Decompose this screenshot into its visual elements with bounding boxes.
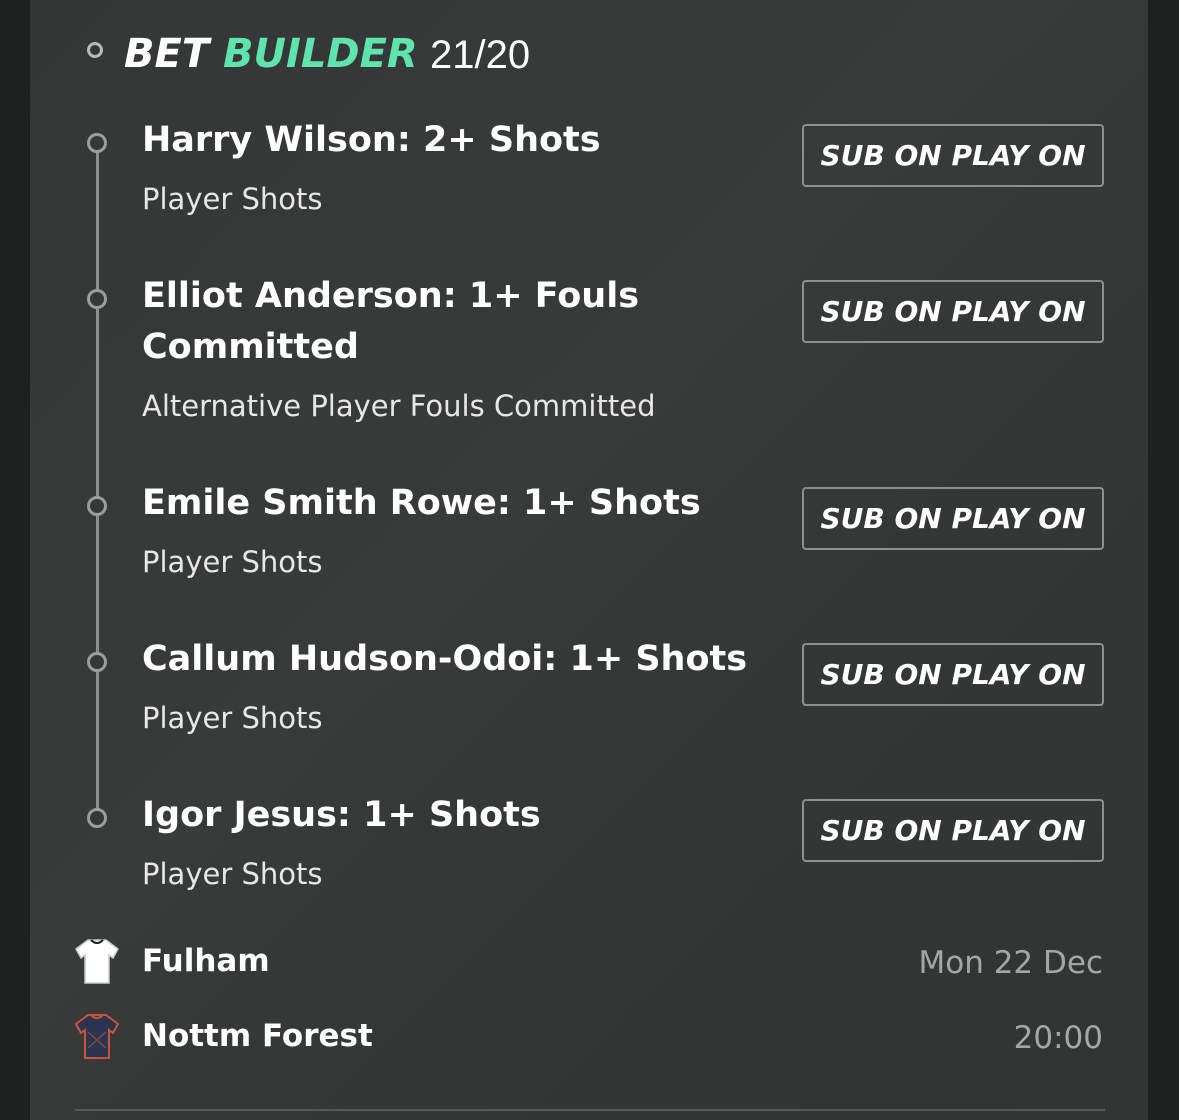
selection-title: Callum Hudson-Odoi: 1+ Shots <box>142 639 748 679</box>
sub-on-play-on-button[interactable]: SUB ON PLAY ON <box>802 643 1104 706</box>
selection-market: Player Shots <box>142 182 323 216</box>
home-team-name: Fulham <box>142 943 270 979</box>
header-dot-icon <box>87 42 103 58</box>
selection-title: Elliot Anderson: 1+ Fouls Committed <box>142 276 640 367</box>
bet-builder-title: BET BUILDER <box>124 31 418 77</box>
bet-label: BET <box>124 31 210 77</box>
selection-title: Igor Jesus: 1+ Shots <box>142 795 541 835</box>
builder-label: BUILDER <box>223 31 418 77</box>
timeline-dot-icon <box>87 289 107 309</box>
selection-market: Player Shots <box>142 857 323 891</box>
timeline-dot-icon <box>87 133 107 153</box>
away-team-name: Nottm Forest <box>142 1018 373 1054</box>
away-team-row: Nottm Forest 20:00 <box>30 1010 1148 1070</box>
bet-builder-header: BET BUILDER 21/20 <box>30 0 1148 110</box>
timeline-line <box>96 150 99 816</box>
match-time: 20:00 <box>1013 1020 1103 1056</box>
sub-on-play-on-button[interactable]: SUB ON PLAY ON <box>802 487 1104 550</box>
timeline-dot-icon <box>87 808 107 828</box>
match-date: Mon 22 Dec <box>918 945 1103 981</box>
timeline-dot-icon <box>87 496 107 516</box>
sub-on-play-on-button[interactable]: SUB ON PLAY ON <box>802 124 1104 187</box>
selection-title: Emile Smith Rowe: 1+ Shots <box>142 483 701 523</box>
bet-builder-card: BET BUILDER 21/20 Harry Wilson: 2+ Shots… <box>30 0 1148 1120</box>
right-edge <box>1148 0 1179 1120</box>
sub-on-play-on-button[interactable]: SUB ON PLAY ON <box>802 799 1104 862</box>
sub-on-play-on-button[interactable]: SUB ON PLAY ON <box>802 280 1104 343</box>
selection-market: Player Shots <box>142 545 323 579</box>
selection-title: Harry Wilson: 2+ Shots <box>142 120 601 160</box>
divider <box>75 1109 1105 1111</box>
forest-shirt-icon <box>74 1014 120 1059</box>
timeline-dot-icon <box>87 652 107 672</box>
odds-value: 21/20 <box>430 33 531 77</box>
fulham-shirt-icon <box>75 939 119 984</box>
home-team-row: Fulham Mon 22 Dec <box>30 935 1148 995</box>
selection-market: Player Shots <box>142 701 323 735</box>
left-edge <box>0 0 30 1120</box>
selection-market: Alternative Player Fouls Committed <box>142 389 656 423</box>
